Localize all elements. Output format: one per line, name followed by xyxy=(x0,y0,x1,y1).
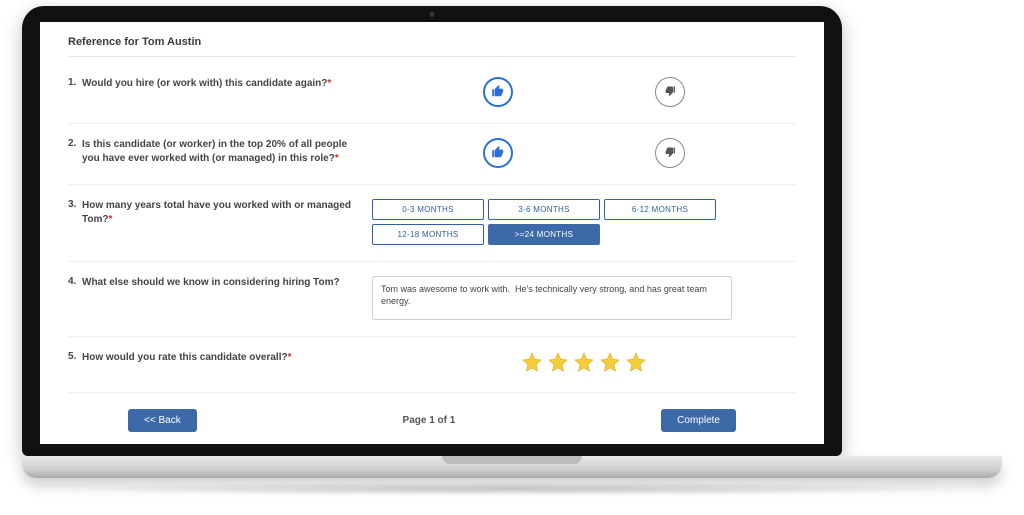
question-number: 2. xyxy=(68,138,82,149)
question-1: 1. Would you hire (or work with) this ca… xyxy=(68,69,796,124)
question-2: 2. Is this candidate (or worker) in the … xyxy=(68,130,796,185)
duration-option-3-6[interactable]: 3-6 MONTHS xyxy=(488,199,600,220)
laptop-base xyxy=(22,456,1002,478)
question-label: How many years total have you worked wit… xyxy=(82,200,351,225)
required-marker: * xyxy=(335,153,339,164)
question-text: Is this candidate (or worker) in the top… xyxy=(82,138,372,166)
duration-option-12-18[interactable]: 12-18 MONTHS xyxy=(372,224,484,245)
star-5[interactable] xyxy=(625,351,647,376)
question-label: Would you hire (or work with) this candi… xyxy=(82,78,327,89)
question-5: 5. How would you rate this candidate ove… xyxy=(68,343,796,393)
thumbs-down-button[interactable] xyxy=(655,138,685,168)
duration-option-24plus[interactable]: >=24 MONTHS xyxy=(488,224,600,245)
duration-group: 0-3 MONTHS 3-6 MONTHS 6-12 MONTHS 12-18 … xyxy=(372,199,796,245)
question-number: 5. xyxy=(68,351,82,362)
thumb-group xyxy=(372,138,796,168)
thumbs-up-button[interactable] xyxy=(483,138,513,168)
required-marker: * xyxy=(108,214,112,225)
question-label: What else should we know in considering … xyxy=(82,277,340,288)
duration-option-0-3[interactable]: 0-3 MONTHS xyxy=(372,199,484,220)
required-marker: * xyxy=(327,78,331,89)
question-text: How would you rate this candidate overal… xyxy=(82,351,372,365)
question-3: 3. How many years total have you worked … xyxy=(68,191,796,262)
thumb-group xyxy=(372,77,796,107)
thumbs-up-button[interactable] xyxy=(483,77,513,107)
star-1[interactable] xyxy=(521,351,543,376)
question-label: Is this candidate (or worker) in the top… xyxy=(82,139,347,164)
complete-button[interactable]: Complete xyxy=(661,409,736,432)
comments-textarea[interactable] xyxy=(372,276,732,320)
thumbs-down-icon xyxy=(664,146,676,161)
question-text: What else should we know in considering … xyxy=(82,276,372,290)
form-content: Reference for Tom Austin 1. Would you hi… xyxy=(40,22,824,444)
thumbs-up-icon xyxy=(491,84,505,101)
thumbs-down-icon xyxy=(664,85,676,100)
page-title: Reference for Tom Austin xyxy=(68,26,796,57)
question-number: 1. xyxy=(68,77,82,88)
question-4: 4. What else should we know in consideri… xyxy=(68,268,796,337)
thumbs-down-button[interactable] xyxy=(655,77,685,107)
pager-label: Page 1 of 1 xyxy=(403,415,456,426)
back-button[interactable]: << Back xyxy=(128,409,197,432)
screen-bezel: Reference for Tom Austin 1. Would you hi… xyxy=(22,6,842,456)
required-marker: * xyxy=(288,352,292,363)
question-number: 4. xyxy=(68,276,82,287)
camera-dot xyxy=(430,12,435,17)
star-2[interactable] xyxy=(547,351,569,376)
app-screen: Reference for Tom Austin 1. Would you hi… xyxy=(40,22,824,444)
free-text-wrapper xyxy=(372,276,796,320)
duration-option-6-12[interactable]: 6-12 MONTHS xyxy=(604,199,716,220)
question-number: 3. xyxy=(68,199,82,210)
question-label: How would you rate this candidate overal… xyxy=(82,352,288,363)
form-footer: << Back Page 1 of 1 Complete xyxy=(68,399,796,432)
star-3[interactable] xyxy=(573,351,595,376)
laptop-mockup: Reference for Tom Austin 1. Would you hi… xyxy=(22,6,1002,496)
laptop-shadow xyxy=(62,482,962,496)
thumbs-up-icon xyxy=(491,145,505,162)
question-text: How many years total have you worked wit… xyxy=(82,199,372,227)
question-text: Would you hire (or work with) this candi… xyxy=(82,77,372,91)
star-4[interactable] xyxy=(599,351,621,376)
star-rating xyxy=(372,351,796,376)
